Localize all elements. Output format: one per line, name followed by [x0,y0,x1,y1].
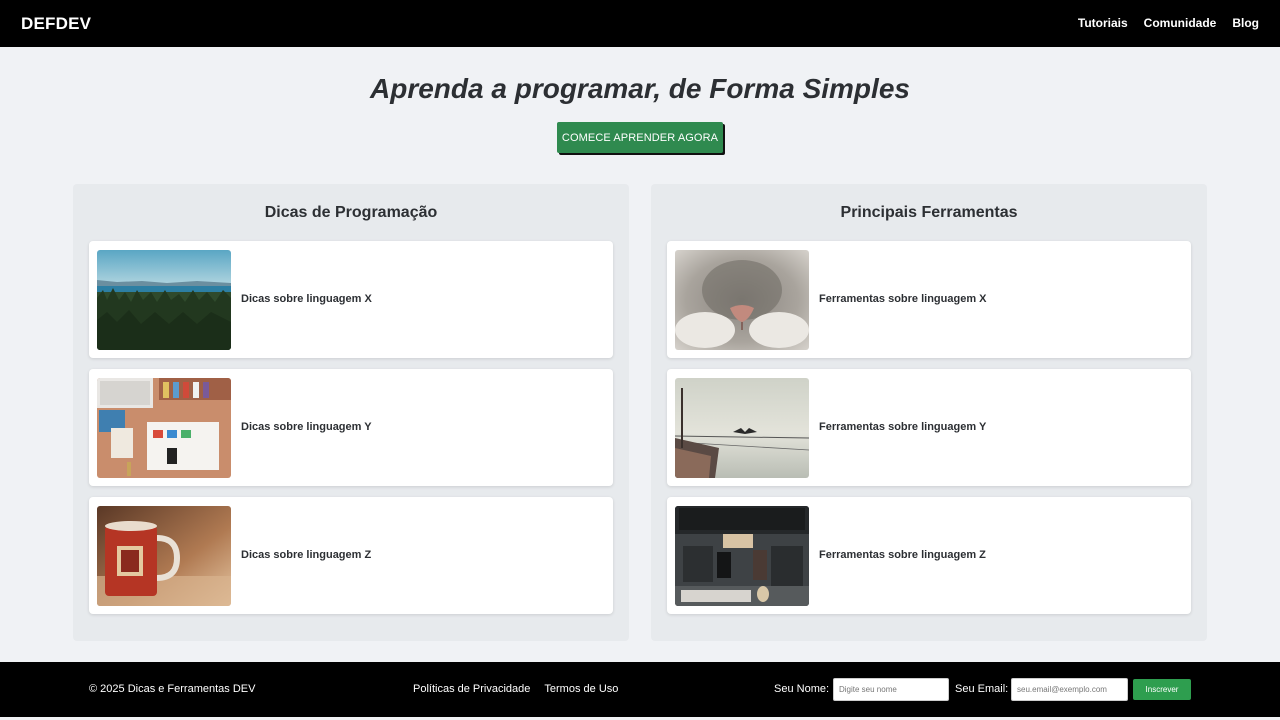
terms-of-use-link[interactable]: Termos de Uso [544,683,618,695]
desk-setup-image [675,506,809,606]
hero-title: Aprenda a programar, de Forma Simples [370,73,910,104]
start-learning-button[interactable]: COMECE APRENDER AGORA [557,122,723,153]
top-navbar: DEFDEV Tutoriais Comunidade Blog [0,0,1280,47]
coffee-mug-image [97,506,231,606]
tip-card-y[interactable]: Dicas sobre linguagem Y [89,369,613,486]
footer: © 2025 Dicas e Ferramentas DEV Políticas… [0,662,1280,717]
desk-workspace-image [97,378,231,478]
main-nav: Tutoriais Comunidade Blog [1078,16,1259,30]
tools-panel: Principais Ferramentas Ferramentas sobre… [651,184,1207,641]
tip-card-z[interactable]: Dicas sobre linguagem Z [89,497,613,614]
email-input[interactable] [1011,678,1128,701]
footer-links: Políticas de Privacidade Termos de Uso [413,683,618,695]
nav-link-tutoriais[interactable]: Tutoriais [1078,16,1128,30]
name-label: Seu Nome: [774,683,830,695]
cat-nose-image [675,250,809,350]
name-input[interactable] [833,678,949,701]
nav-link-comunidade[interactable]: Comunidade [1144,16,1217,30]
nav-link-blog[interactable]: Blog [1232,16,1259,30]
tool-card-y[interactable]: Ferramentas sobre linguagem Y [667,369,1191,486]
tools-panel-title: Principais Ferramentas [840,204,1018,221]
tool-card-x[interactable]: Ferramentas sobre linguagem X [667,241,1191,358]
tool-card-y-label: Ferramentas sobre linguagem Y [819,421,987,433]
privacy-policy-link[interactable]: Políticas de Privacidade [413,683,530,695]
tip-card-x-label: Dicas sobre linguagem X [241,293,372,305]
forest-lake-image [97,250,231,350]
tip-card-x[interactable]: Dicas sobre linguagem X [89,241,613,358]
tool-card-z[interactable]: Ferramentas sobre linguagem Z [667,497,1191,614]
tip-card-z-label: Dicas sobre linguagem Z [241,549,372,561]
brand-logo[interactable]: DEFDEV [21,14,91,34]
tip-card-y-label: Dicas sobre linguagem Y [241,421,372,433]
email-label: Seu Email: [955,683,1009,695]
boat-bird-image [675,378,809,478]
subscribe-button[interactable]: Inscrever [1133,679,1191,700]
tips-panel-title: Dicas de Programação [264,204,438,221]
tool-card-z-label: Ferramentas sobre linguagem Z [819,549,986,561]
tool-card-x-label: Ferramentas sobre linguagem X [819,293,987,305]
tips-panel: Dicas de Programação Dicas sobre linguag… [73,184,629,641]
copyright-text: © 2025 Dicas e Ferramentas DEV [89,683,256,695]
